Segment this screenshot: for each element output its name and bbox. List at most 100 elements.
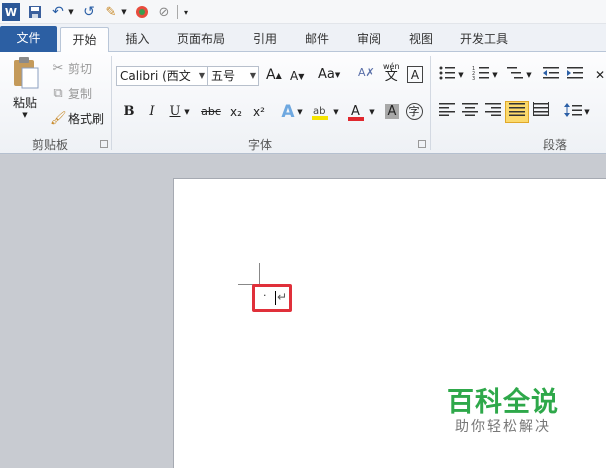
highlight-button[interactable]: ab: [309, 102, 331, 122]
change-case-icon: Aa: [318, 67, 335, 82]
highlight-dropdown-icon[interactable]: ▼: [331, 102, 341, 122]
chevron-down-icon: ▼: [198, 71, 205, 80]
align-center-button[interactable]: [459, 102, 481, 122]
multilevel-dropdown-icon[interactable]: ▼: [524, 65, 534, 85]
strikethrough-button[interactable]: abc: [198, 102, 224, 122]
tab-review[interactable]: 审阅: [347, 27, 391, 52]
character-shading-button[interactable]: A: [381, 102, 403, 122]
paste-label: 粘贴: [12, 96, 37, 110]
brush-icon: 🖌: [50, 110, 67, 126]
format-dropdown-icon[interactable]: ▼: [120, 3, 128, 21]
superscript-button[interactable]: x²: [248, 102, 270, 122]
font-name-value: Calibri (西文: [120, 69, 191, 83]
font-color-button[interactable]: A: [345, 102, 367, 122]
numbering-button[interactable]: 123: [470, 65, 492, 85]
line-spacing-button[interactable]: [562, 102, 584, 122]
line-spacing-dropdown-icon[interactable]: ▼: [582, 102, 592, 122]
numbering-dropdown-icon[interactable]: ▼: [490, 65, 500, 85]
decrease-indent-button[interactable]: [540, 65, 562, 85]
chevron-down-icon: ▼: [334, 70, 341, 79]
justify-button[interactable]: [505, 101, 529, 123]
redo-icon[interactable]: ↺: [81, 3, 97, 21]
quick-access-toolbar: W ↶ ▼ ↺ ✎ ▼ ⊘ ▾: [0, 0, 606, 24]
tab-view[interactable]: 视图: [399, 27, 443, 52]
tab-mailings[interactable]: 邮件: [295, 27, 339, 52]
grow-font-icon: A: [266, 67, 276, 83]
underline-dropdown-icon[interactable]: ▼: [182, 102, 192, 122]
multilevel-list-button[interactable]: [504, 65, 526, 85]
chinese-layout-button[interactable]: ✕: [594, 65, 606, 85]
margin-crop-mark: [259, 263, 260, 285]
svg-text:A: A: [351, 104, 360, 119]
tab-page-layout[interactable]: 页面布局: [170, 27, 232, 52]
undo-dropdown-icon[interactable]: ▼: [67, 3, 75, 21]
font-color-icon: A: [348, 104, 364, 121]
separator: [430, 56, 431, 150]
font-group-label: 字体: [247, 138, 272, 152]
justify-icon: [509, 103, 525, 116]
copy-button[interactable]: ⧉ 复制: [50, 85, 92, 102]
line-spacing-icon: [564, 103, 582, 117]
multilevel-list-icon: [507, 67, 523, 79]
word-icon[interactable]: W: [2, 3, 20, 21]
align-right-button[interactable]: [482, 102, 504, 122]
clear-format-icon: A✗: [358, 66, 375, 79]
paragraph-group-label: 段落: [542, 138, 567, 152]
subscript-button[interactable]: x₂: [225, 102, 247, 122]
bullets-button[interactable]: [436, 65, 458, 85]
align-left-icon: [439, 103, 455, 116]
distributed-button[interactable]: [530, 102, 552, 122]
shrink-font-icon: A: [290, 69, 299, 83]
clipboard-launcher-icon[interactable]: [100, 140, 108, 148]
undo-icon[interactable]: ↶: [50, 3, 66, 21]
ribbon-home: 粘贴 ▼ ✂ 剪切 ⧉ 复制 🖌 格式刷 剪贴板 Calibri (西文 ▼ 五…: [0, 52, 606, 154]
phonetic-guide-button[interactable]: wén 文: [383, 62, 400, 83]
tab-insert[interactable]: 插入: [115, 27, 160, 52]
align-left-button[interactable]: [436, 102, 458, 122]
font-size-select[interactable]: 五号 ▼: [207, 66, 259, 86]
numbering-icon: 123: [472, 66, 489, 82]
font-size-value: 五号: [211, 69, 236, 83]
increase-indent-button[interactable]: [564, 65, 586, 85]
shrink-font-button[interactable]: A ▼: [290, 69, 304, 83]
svg-text:3: 3: [472, 76, 475, 81]
clear-icon[interactable]: ⊘: [156, 3, 172, 21]
ribbon-tabs: 文件 开始 插入 页面布局 引用 邮件 审阅 视图 开发工具: [0, 24, 606, 52]
font-launcher-icon[interactable]: [418, 140, 426, 148]
italic-button[interactable]: I: [141, 102, 163, 122]
change-case-button[interactable]: Aa ▼: [318, 67, 340, 82]
font-name-select[interactable]: Calibri (西文 ▼: [116, 66, 208, 86]
svg-text:ab: ab: [313, 106, 325, 117]
bullets-icon: [439, 66, 455, 80]
format-painter-button[interactable]: 🖌 格式刷: [50, 110, 104, 127]
tab-home[interactable]: 开始: [60, 27, 109, 52]
text-effects-dropdown-icon[interactable]: ▼: [295, 102, 305, 122]
customize-icon[interactable]: ▾: [181, 3, 191, 21]
align-center-icon: [462, 103, 478, 116]
tab-developer[interactable]: 开发工具: [451, 27, 517, 52]
cut-label: 剪切: [68, 62, 93, 76]
clear-format-button[interactable]: A✗: [358, 66, 375, 79]
tab-references[interactable]: 引用: [243, 27, 287, 52]
paste-button[interactable]: 粘贴 ▼: [8, 56, 42, 130]
decrease-indent-icon: [543, 67, 559, 79]
copy-label: 复制: [68, 87, 93, 101]
bullets-dropdown-icon[interactable]: ▼: [456, 65, 466, 85]
chevron-down-icon: ▼: [249, 71, 256, 80]
character-border-button[interactable]: A: [407, 66, 423, 83]
color-icon[interactable]: [134, 3, 150, 21]
tab-file[interactable]: 文件: [0, 26, 57, 52]
character-border-icon: A: [410, 67, 420, 82]
save-icon[interactable]: [27, 3, 43, 21]
scissors-icon: ✂: [52, 60, 64, 76]
font-color-dropdown-icon[interactable]: ▼: [367, 102, 377, 122]
bold-button[interactable]: B: [118, 102, 140, 122]
shrink-arrow-icon: ▼: [298, 71, 305, 81]
toolbar-separator: [176, 3, 178, 21]
paragraph-mark-icon: ↵: [277, 290, 288, 304]
enclose-characters-icon: 字: [405, 103, 423, 120]
format-painter-icon[interactable]: ✎: [103, 3, 119, 21]
cut-button[interactable]: ✂ 剪切: [50, 60, 92, 77]
enclose-characters-button[interactable]: 字: [403, 102, 425, 122]
grow-font-button[interactable]: A ▲: [266, 67, 282, 83]
